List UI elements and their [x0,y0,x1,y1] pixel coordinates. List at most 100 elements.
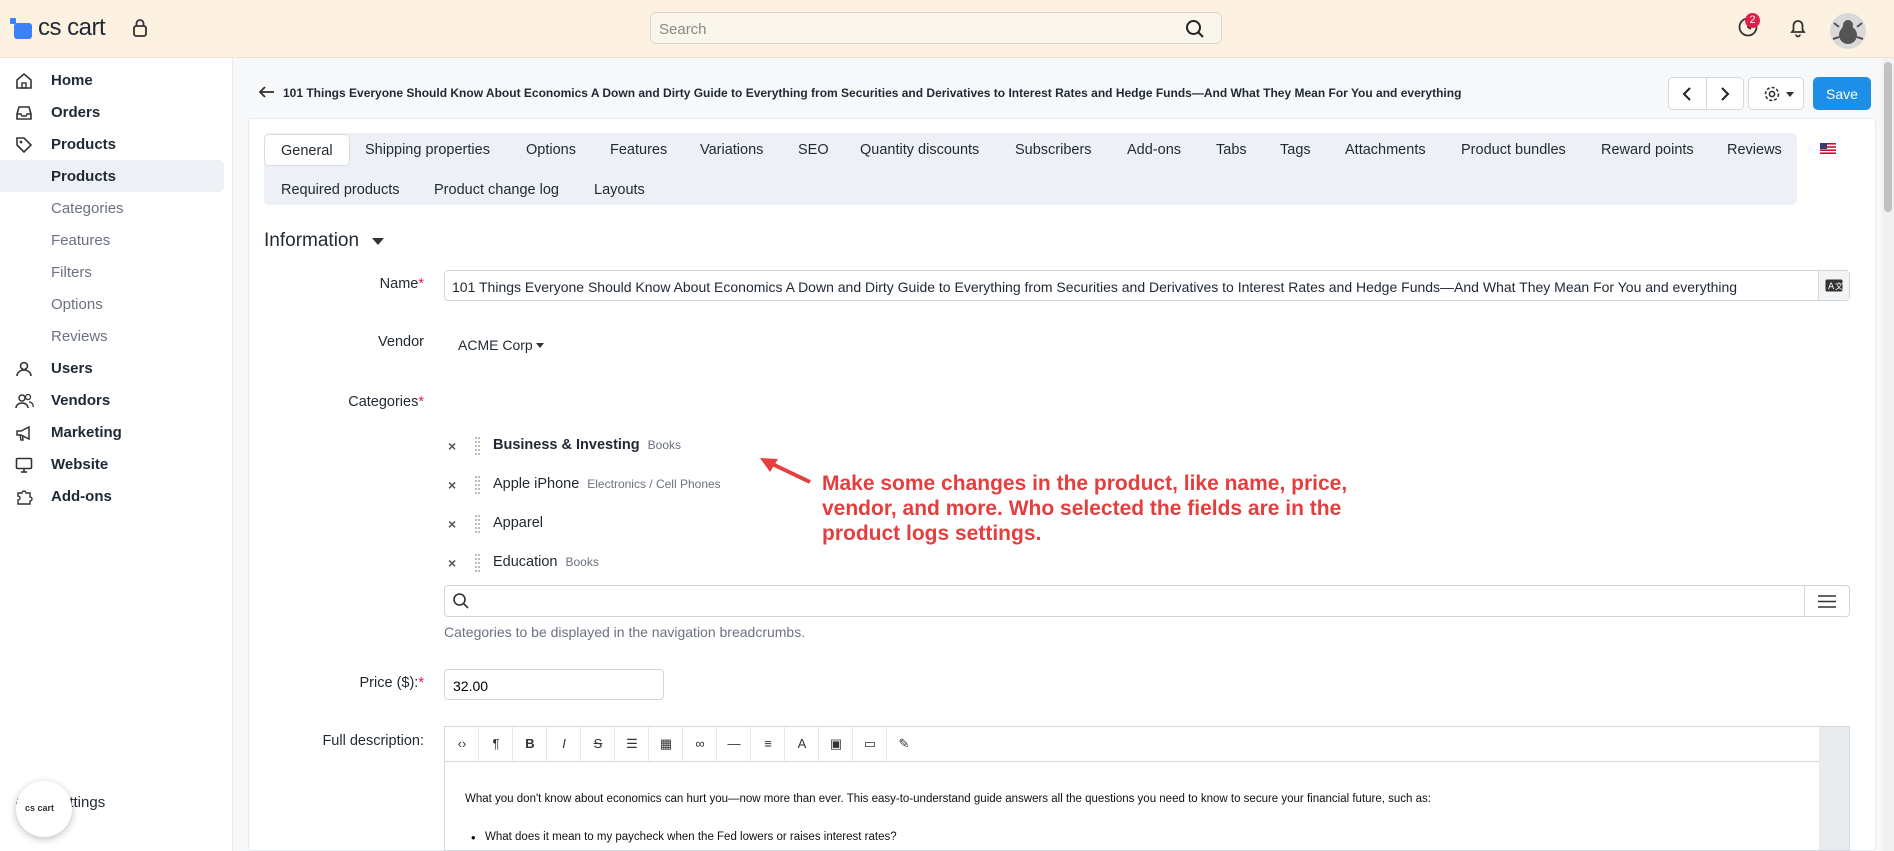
category-name: Apple iPhone [493,476,580,492]
tab-reward-points[interactable]: Reward points [1601,134,1694,166]
sidebar-subitem-reviews[interactable]: Reviews [0,320,224,352]
tab-add-ons[interactable]: Add-ons [1127,134,1181,166]
tab-variations[interactable]: Variations [700,134,763,166]
tab-tabs[interactable]: Tabs [1216,134,1247,166]
remove-category-icon[interactable]: × [448,516,456,532]
tab-shipping-properties[interactable]: Shipping properties [365,134,490,166]
sidebar-subitem-filters[interactable]: Filters [0,256,224,288]
description-text[interactable]: What you don't know about economics can … [465,793,1431,805]
sidebar-item-home[interactable]: Home [0,64,224,96]
tab-subscribers[interactable]: Subscribers [1015,134,1092,166]
svg-text:A: A [1828,282,1835,292]
text-color-button[interactable]: A [785,727,819,761]
tab-product-bundles[interactable]: Product bundles [1461,134,1566,166]
sidebar-item-addons[interactable]: Add-ons [0,480,224,512]
tab-quantity-discounts[interactable]: Quantity discounts [860,134,979,166]
sidebar-item-products[interactable]: Products [0,128,224,160]
tab-required-products[interactable]: Required products [281,174,400,206]
top-bar: cs cart 2 A [0,0,1894,58]
code-view-button[interactable]: ‹› [445,727,479,761]
collapse-caret-icon[interactable] [372,238,384,245]
align-icon: ≡ [764,736,772,751]
sidebar-subitem-options[interactable]: Options [0,288,224,320]
bullet-list-button[interactable]: ☰ [615,727,649,761]
video-button[interactable]: ▭ [853,727,887,761]
cs-cart-mini-logo[interactable]: cs cart [16,781,72,837]
chevron-right-icon [1721,87,1730,101]
scrollbar-thumb[interactable] [1884,62,1892,212]
drag-handle-icon[interactable] [475,476,480,494]
horizontal-rule-icon: — [727,736,741,751]
remove-category-icon[interactable]: × [448,555,456,571]
drag-handle-icon[interactable] [475,554,480,572]
tab-product-change-log[interactable]: Product change log [434,174,559,206]
drag-handle-icon[interactable] [475,515,480,533]
bell-icon[interactable] [1787,16,1809,43]
remove-category-icon[interactable]: × [448,477,456,493]
tab-reviews[interactable]: Reviews [1727,134,1782,166]
paragraph-button[interactable]: ¶ [479,727,513,761]
logo[interactable]: cs cart [10,14,106,42]
tab-layouts[interactable]: Layouts [594,174,645,206]
vendor-select[interactable]: ACME Corp [458,337,533,353]
video-icon: ▭ [863,736,877,751]
name-input[interactable] [450,275,1814,299]
search-input[interactable] [657,16,1161,42]
sidebar-item-users[interactable]: Users [0,352,224,384]
category-list-button[interactable] [1804,586,1849,616]
italic-button[interactable]: I [547,727,581,761]
svg-text:文: 文 [1835,281,1843,291]
tab-tags[interactable]: Tags [1280,134,1311,166]
remove-category-icon[interactable]: × [448,438,456,454]
horizontal-rule-button[interactable]: — [717,727,751,761]
category-search-input[interactable] [477,590,1781,614]
sidebar-item-marketing[interactable]: Marketing [0,416,224,448]
tab-options[interactable]: Options [526,134,576,166]
prev-button[interactable] [1669,78,1707,109]
caret-down-icon [536,343,544,348]
category-path: Books [565,555,599,569]
next-button[interactable] [1706,78,1743,109]
translate-button[interactable]: A文 [1818,271,1849,300]
magic-wand-button[interactable]: ✎ [887,727,921,761]
page-scrollbar[interactable] [1882,58,1894,851]
lock-icon[interactable] [130,18,150,43]
notification-badge: 2 [1745,13,1760,28]
sidebar-subitem-features[interactable]: Features [0,224,224,256]
tab-seo[interactable]: SEO [798,134,829,166]
image-button[interactable]: ▣ [819,727,853,761]
search-icon[interactable] [1185,19,1205,44]
search-icon [452,592,470,615]
align-button[interactable]: ≡ [751,727,785,761]
price-label: Price ($):* [359,675,424,691]
tab-general[interactable]: General [264,134,350,166]
vendors-icon [14,391,34,415]
sidebar-item-website[interactable]: Website [0,448,224,480]
us-flag-icon[interactable] [1820,143,1836,154]
tab-features[interactable]: Features [610,134,667,166]
drag-handle-icon[interactable] [475,437,480,455]
bold-button[interactable]: B [513,727,547,761]
tab-attachments[interactable]: Attachments [1345,134,1426,166]
required-asterisk: * [418,675,424,691]
category-path: Electronics / Cell Phones [587,477,721,491]
sidebar-subitem-products[interactable]: Products [0,160,224,192]
price-input[interactable] [451,674,655,698]
link-button[interactable]: ∞ [683,727,717,761]
prev-next-group [1668,77,1744,110]
sidebar-item-vendors[interactable]: Vendors [0,384,224,416]
monitor-icon [14,455,34,479]
save-button[interactable]: Save [1813,77,1871,110]
price-field [444,669,664,700]
code-icon: ‹› [457,736,467,751]
name-label: Name* [379,276,424,292]
link-icon: ∞ [695,736,705,751]
description-bullet[interactable]: What does it mean to my paycheck when th… [471,830,897,845]
sidebar-item-orders[interactable]: Orders [0,96,224,128]
sidebar-subitem-categories[interactable]: Categories [0,192,224,224]
strikethrough-button[interactable]: S [581,727,615,761]
table-button[interactable]: ▦ [649,727,683,761]
settings-dropdown-button[interactable] [1748,77,1804,110]
chevron-left-icon [1682,87,1691,101]
back-arrow-icon[interactable] [258,85,276,104]
